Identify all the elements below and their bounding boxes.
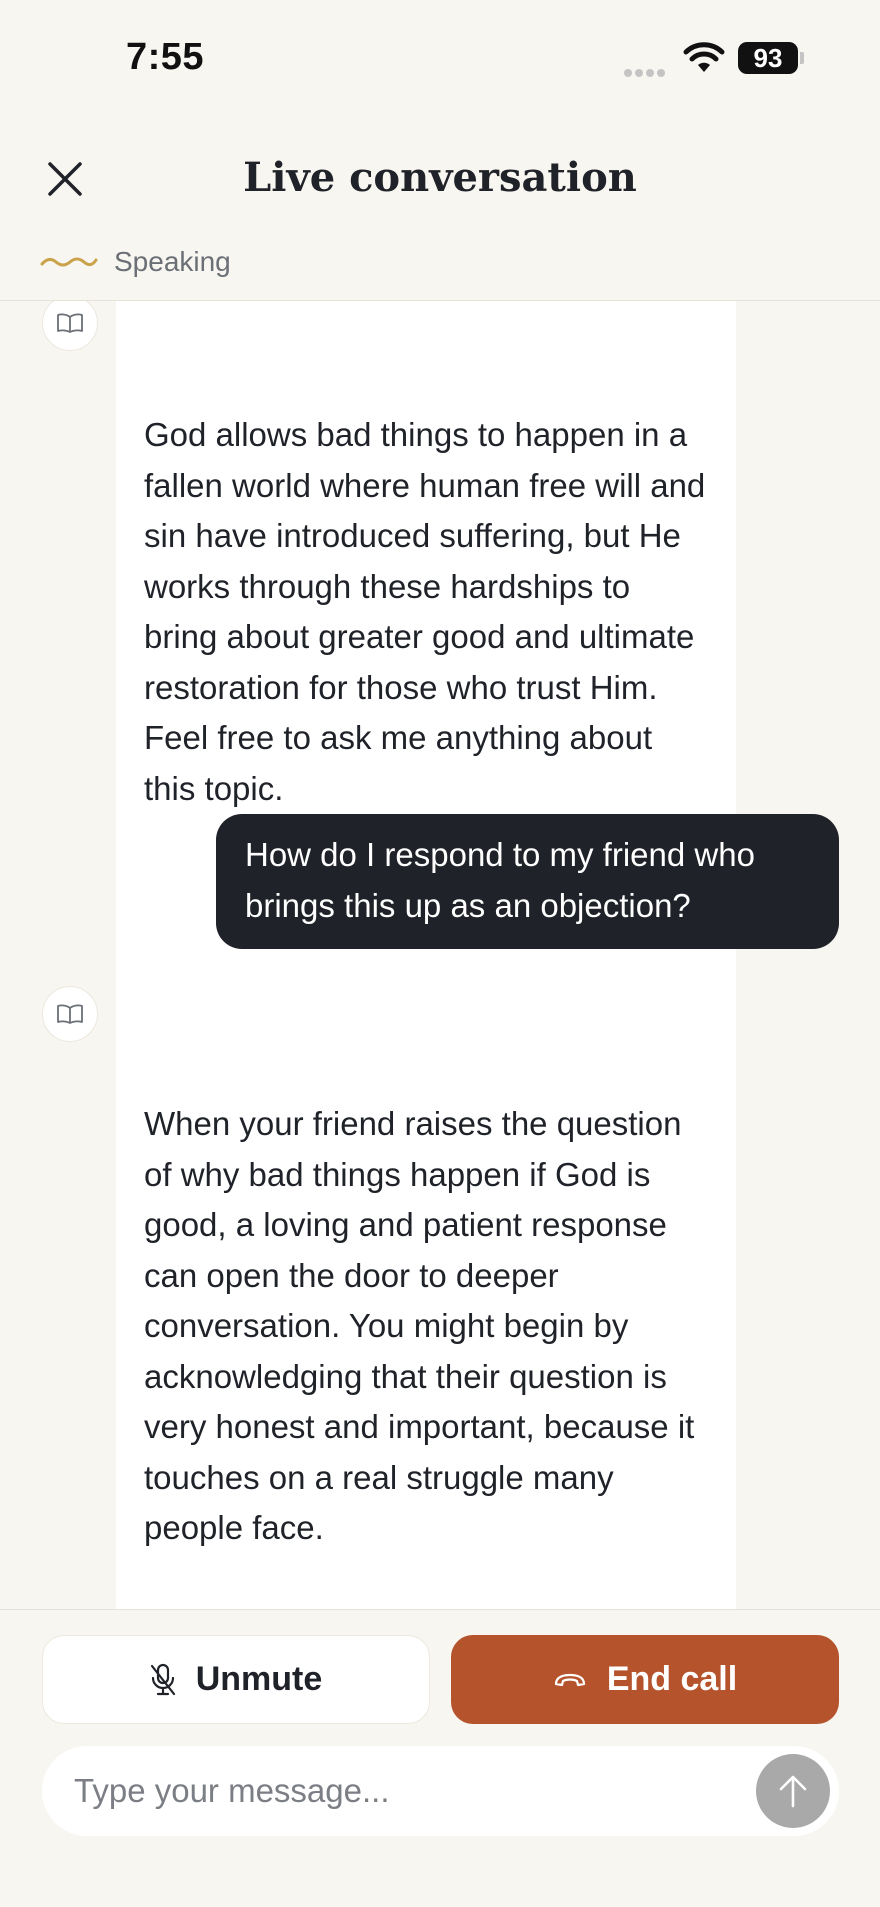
- message-input[interactable]: [74, 1746, 754, 1836]
- message-text: How do I respond to my friend who brings…: [245, 836, 755, 924]
- mic-off-icon: [150, 1663, 175, 1695]
- battery-tip: [800, 52, 804, 64]
- message-composer: [42, 1746, 839, 1836]
- assistant-avatar: [42, 986, 98, 1042]
- assistant-message: God allows bad things to happen in a fal…: [116, 301, 736, 1084]
- page-title: Live conversation: [243, 154, 637, 201]
- speaking-label: Speaking: [114, 246, 231, 277]
- arrow-up-icon: [779, 1775, 807, 1808]
- chat-transcript[interactable]: God allows bad things to happen in a fal…: [0, 301, 880, 1609]
- status-time: 7:55: [126, 36, 205, 78]
- book-icon: [57, 313, 83, 333]
- speaking-indicator: Speaking: [40, 244, 231, 280]
- phone-hangup-icon: [554, 1673, 585, 1686]
- end-call-label: End call: [606, 1660, 738, 1698]
- message-text: God allows bad things to happen in a fal…: [144, 416, 715, 807]
- unmute-button[interactable]: Unmute: [42, 1635, 430, 1724]
- header: Live conversation: [0, 130, 880, 230]
- unmute-label: Unmute: [195, 1660, 323, 1698]
- cellular-signal-icon: [624, 64, 668, 82]
- wifi-icon: [683, 42, 725, 79]
- assistant-message: When your friend raises the question of …: [116, 982, 736, 1609]
- status-bar: 7:55 93: [0, 0, 880, 110]
- speaking-wave-icon: [40, 257, 98, 267]
- user-message: How do I respond to my friend who brings…: [216, 814, 839, 949]
- book-icon: [57, 1004, 83, 1024]
- footer-divider: [0, 1609, 880, 1610]
- battery-indicator: 93: [738, 42, 798, 74]
- send-button[interactable]: [756, 1754, 830, 1828]
- message-text: When your friend raises the question of …: [144, 1105, 695, 1546]
- assistant-avatar: [42, 301, 98, 351]
- end-call-button[interactable]: End call: [451, 1635, 839, 1724]
- report-button[interactable]: [144, 925, 180, 1061]
